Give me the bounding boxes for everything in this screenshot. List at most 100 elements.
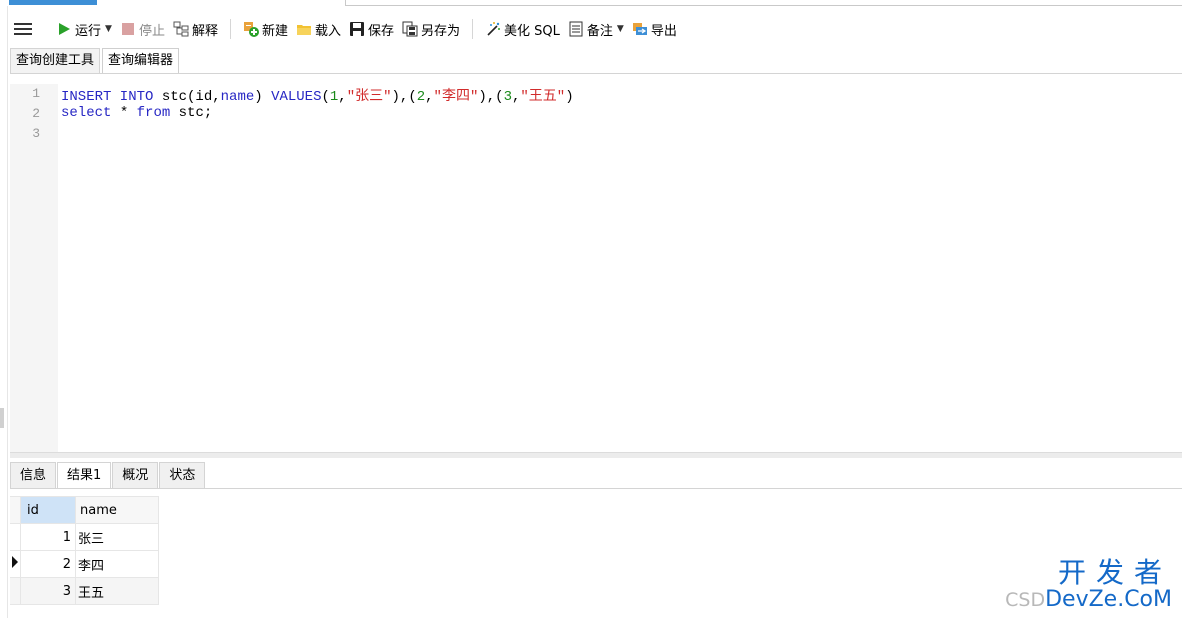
- tabs-divider: [10, 73, 1182, 74]
- toolbar-separator: [472, 19, 474, 39]
- column-header-name[interactable]: name: [75, 496, 159, 524]
- table-row[interactable]: 1 张三: [10, 523, 159, 551]
- code-text: ),(: [478, 89, 504, 105]
- line-number: 3: [32, 126, 40, 141]
- run-dropdown-icon[interactable]: ▼: [105, 24, 112, 34]
- panel-splitter[interactable]: [10, 452, 1182, 458]
- save-as-icon: [402, 21, 418, 37]
- cell-name[interactable]: 李四: [75, 550, 159, 578]
- grid-header: id name: [10, 496, 159, 524]
- watermark-prefix: CSD: [1005, 589, 1046, 611]
- row-indicator: [10, 577, 21, 605]
- code-text: *: [111, 105, 137, 121]
- load-icon: [296, 21, 312, 37]
- cell-id[interactable]: 3: [20, 577, 76, 605]
- explain-icon: [173, 21, 189, 37]
- top-strip: [0, 0, 1182, 6]
- menu-icon[interactable]: [14, 21, 32, 37]
- save-label: 保存: [368, 23, 395, 39]
- code-text: (: [321, 89, 330, 105]
- run-icon: [56, 21, 72, 37]
- line-gutter: 1 2 3: [10, 84, 58, 452]
- tab-info[interactable]: 信息: [10, 462, 57, 489]
- tab-profile[interactable]: 概况: [112, 462, 159, 489]
- note-dropdown-icon[interactable]: ▼: [617, 24, 624, 34]
- explain-label: 解释: [191, 23, 218, 39]
- stop-icon: [120, 21, 136, 37]
- explain-button[interactable]: 解释: [169, 17, 222, 41]
- keyword: INSERT INTO: [61, 89, 154, 105]
- code-line-1: INSERT INTO stc(id,name) VALUES(1,"张三"),…: [61, 85, 574, 105]
- row-indicator-header: [10, 496, 21, 524]
- load-button[interactable]: 载入: [292, 17, 345, 41]
- code-text: ,: [425, 89, 434, 105]
- cell-id[interactable]: 2: [20, 550, 76, 578]
- new-button[interactable]: 新建: [239, 17, 292, 41]
- keyword: name: [220, 89, 255, 105]
- save-button[interactable]: 保存: [345, 17, 398, 41]
- watermark-domain: DevZe.CoM: [1045, 587, 1172, 612]
- left-edge: [0, 6, 8, 618]
- number-literal: 2: [416, 89, 426, 105]
- code-text: stc;: [170, 105, 213, 121]
- table-row[interactable]: 3 王五: [10, 577, 159, 605]
- code-line-2: select * from stc;: [61, 105, 212, 121]
- note-icon: [568, 21, 584, 37]
- code-text: ,: [338, 89, 347, 105]
- run-button[interactable]: 运行 ▼: [52, 17, 116, 41]
- row-indicator: [10, 550, 21, 578]
- row-indicator: [10, 523, 21, 551]
- new-label: 新建: [261, 23, 288, 39]
- cell-name[interactable]: 王五: [75, 577, 159, 605]
- string-literal: "王五": [520, 89, 566, 105]
- active-tab-accent: [9, 0, 97, 5]
- toolbar: 运行 ▼ 停止 解释 新建 载入 保存 另存为 美化 SQL 备注 ▼ 导出: [8, 14, 1182, 44]
- result-grid: id name 1 张三 2 李四 3 王五: [10, 496, 159, 605]
- tab-result-1[interactable]: 结果1: [57, 462, 112, 489]
- note-label: 备注: [586, 23, 613, 39]
- line-number: 2: [32, 106, 40, 121]
- editor-tabs: 查询创建工具 查询编辑器: [10, 48, 181, 73]
- cell-id[interactable]: 1: [20, 523, 76, 551]
- beautify-label: 美化 SQL: [504, 23, 560, 39]
- keyword: from: [136, 105, 171, 121]
- column-header-id[interactable]: id: [20, 496, 76, 524]
- watermark-en: CSDDevZe.CoM: [1005, 588, 1172, 612]
- export-button[interactable]: 导出: [628, 17, 681, 41]
- save-as-button[interactable]: 另存为: [398, 17, 464, 41]
- watermark-cn: 开发者: [1057, 556, 1172, 589]
- line-number: 1: [32, 86, 40, 101]
- code-text: ): [254, 89, 272, 105]
- save-icon: [349, 21, 365, 37]
- load-label: 载入: [314, 23, 341, 39]
- code-text: stc(id,: [153, 89, 221, 105]
- export-label: 导出: [650, 23, 677, 39]
- run-label: 运行: [75, 23, 102, 39]
- export-icon: [632, 21, 648, 37]
- beautify-icon: [485, 21, 501, 37]
- note-button[interactable]: 备注 ▼: [564, 17, 628, 41]
- left-edge-mark: [0, 408, 4, 428]
- string-literal: "李四": [433, 89, 479, 105]
- save-as-label: 另存为: [421, 23, 461, 39]
- table-row[interactable]: 2 李四: [10, 550, 159, 578]
- keyword: VALUES: [271, 89, 322, 105]
- keyword: select: [61, 105, 112, 121]
- stop-button[interactable]: 停止: [116, 17, 169, 41]
- string-literal: "张三": [346, 89, 392, 105]
- watermark: 开发者 CSDDevZe.CoM: [1005, 558, 1172, 612]
- code-text: ),(: [391, 89, 417, 105]
- tab-status[interactable]: 状态: [159, 462, 206, 489]
- tab-query-editor[interactable]: 查询编辑器: [102, 48, 180, 73]
- beautify-button[interactable]: 美化 SQL: [481, 17, 564, 41]
- result-tabs: 信息 结果1 概况 状态: [10, 462, 206, 489]
- result-tabs-divider: [10, 488, 1182, 489]
- sql-editor[interactable]: 1 2 3 INSERT INTO stc(id,name) VALUES(1,…: [10, 84, 1182, 452]
- cell-name[interactable]: 张三: [75, 523, 159, 551]
- code-text: ): [565, 89, 574, 105]
- toolbar-separator: [229, 19, 231, 39]
- stop-label: 停止: [138, 23, 165, 39]
- tab-query-builder[interactable]: 查询创建工具: [10, 48, 101, 73]
- top-line: [345, 5, 1182, 6]
- row-pointer-icon: [12, 556, 18, 568]
